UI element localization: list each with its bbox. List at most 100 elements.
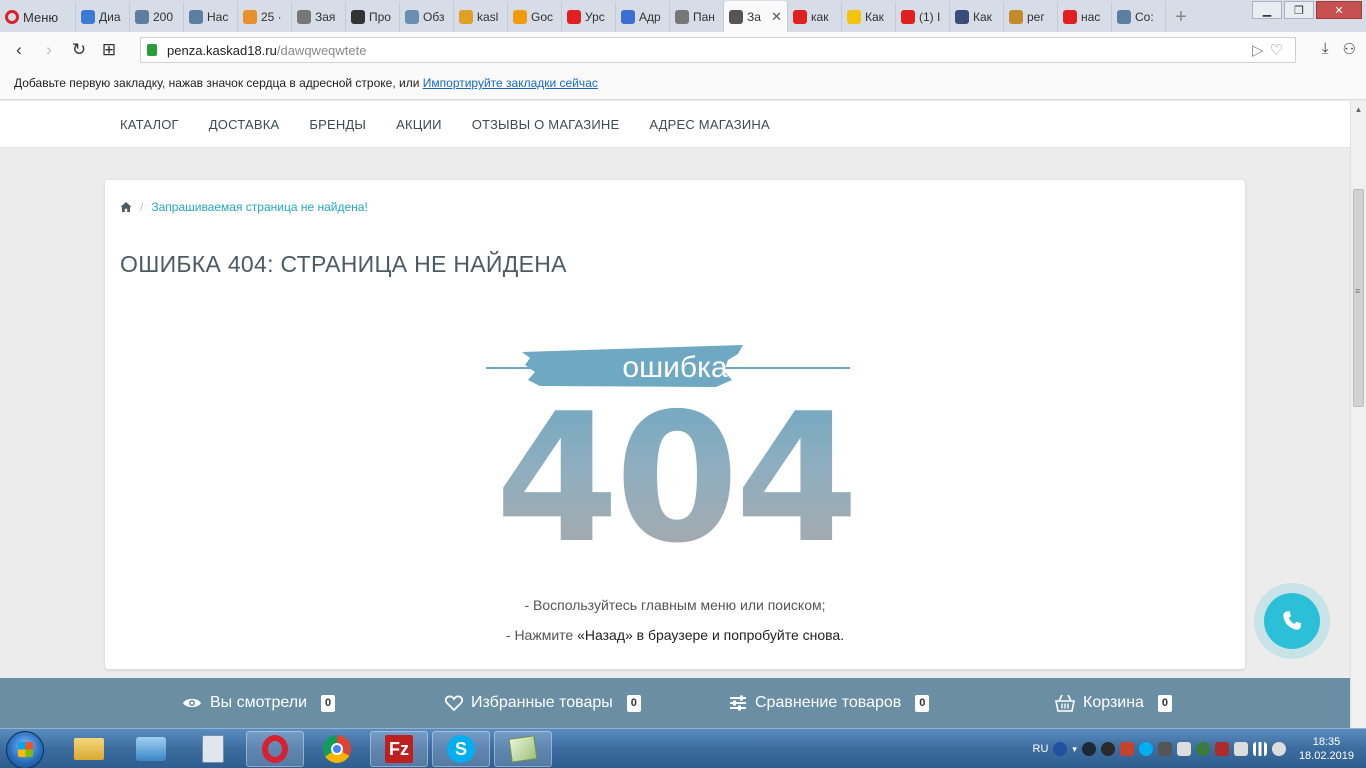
browser-tab[interactable]: Про [346,2,400,32]
browser-tab[interactable]: kasl [454,2,508,32]
page-scrollbar[interactable]: ▲ [1350,101,1366,728]
bottom-action-bar: Вы смотрели 0 Избранные товары 0 Сравнен… [0,678,1350,728]
scroll-up-arrow[interactable]: ▲ [1351,101,1366,117]
browser-tab[interactable]: Диа [76,2,130,32]
cart-count: 0 [1157,694,1172,712]
map-icon [621,10,635,24]
viewed-count: 0 [321,694,336,712]
browser-tab[interactable]: Goc [508,2,562,32]
close-window-button[interactable]: ✕ [1316,1,1362,19]
reload-button[interactable]: ↻ [64,40,94,60]
nav-brands[interactable]: БРЕНДЫ [309,117,366,132]
info-icon[interactable] [1100,742,1115,756]
browser-tab[interactable]: Зая [292,2,346,32]
browser-tab-label: Диа [99,10,121,24]
nav-catalog[interactable]: КАТАЛОГ [120,117,179,132]
browser-tab[interactable]: За ✕ [724,1,788,32]
app-tray-icon[interactable] [1119,742,1134,756]
nav-promotions[interactable]: АКЦИИ [396,117,442,132]
cart-button[interactable]: Корзина 0 [1055,694,1172,712]
browser-tab[interactable]: Как [842,2,896,32]
browser-tab[interactable]: Урс [562,2,616,32]
compare-button[interactable]: Сравнение товаров 0 [729,694,930,712]
browser-tab[interactable]: как [788,2,842,32]
favorites-button[interactable]: Избранные товары 0 [445,694,641,712]
forward-button[interactable]: › [34,40,64,60]
device-icon[interactable] [1233,742,1248,756]
hint-use-menu: - Воспользуйтесь главным меню или поиско… [524,597,826,613]
help-icon[interactable] [1053,742,1068,756]
browser-tab-strip: Меню Диа 200 Нас 25 · Зая Про Обз kasl Goc Урс Адр… [0,0,1366,32]
maximize-button[interactable]: ❐ [1284,1,1314,19]
url-host: penza.kaskad18.ru [167,42,277,58]
volume-icon[interactable] [1176,742,1191,756]
breadcrumb-separator: / [140,200,144,214]
language-indicator[interactable]: RU [1033,743,1049,755]
download-icon[interactable]: ⤓ [1322,40,1329,58]
browser-tab[interactable]: (1) I [896,2,950,32]
tabs-container: Диа 200 Нас 25 · Зая Про Обз kasl Goc Урс Адр Пан За… [76,1,1166,32]
send-and-heart-icons[interactable]: ▷♡ [1252,41,1289,59]
explorer-app[interactable] [60,731,118,767]
opera-app[interactable] [246,731,304,767]
home-icon[interactable] [120,201,132,213]
new-tab-button[interactable]: + [1166,2,1196,32]
call-button[interactable] [1264,593,1320,649]
filezilla-app[interactable]: Fz [370,731,428,767]
skype-tray-icon[interactable] [1138,742,1153,756]
globe-icon [135,10,149,24]
browser-tab-label: 25 · [261,10,282,24]
browser-tab-label: Обз [423,10,445,24]
browser-tab[interactable]: нас [1058,2,1112,32]
clock[interactable]: 18:35 18.02.2019 [1299,735,1354,763]
flag-icon[interactable] [1214,742,1229,756]
favorites-label: Избранные товары [471,694,613,711]
document-icon [729,9,743,24]
browser-tab[interactable]: Как [950,2,1004,32]
browser-tab[interactable]: Адр [616,2,670,32]
browser-tab[interactable]: рег [1004,2,1058,32]
signal-icon[interactable] [1252,742,1267,756]
nav-reviews[interactable]: ОТЗЫВЫ О МАГАЗИНЕ [472,117,620,132]
browser-tab-label: kasl [477,10,499,24]
document-icon [675,10,689,24]
chrome-app[interactable] [308,731,366,767]
browser-tab[interactable]: 200 [130,2,184,32]
opera-menu-button[interactable]: Меню [0,2,76,32]
nav-store-address[interactable]: АДРЕС МАГАЗИНА [649,117,770,132]
browser-tab[interactable]: Нас [184,2,238,32]
scrollbar-thumb[interactable] [1353,189,1364,407]
nav-delivery[interactable]: ДОСТАВКА [209,117,280,132]
control-panel-app[interactable] [122,731,180,767]
browser-tab[interactable]: Обз [400,2,454,32]
viewed-products-button[interactable]: Вы смотрели 0 [182,694,336,712]
account-icon[interactable]: ⚇ [1343,40,1356,58]
minimize-button[interactable]: ▁ [1252,1,1282,19]
steam-icon[interactable] [1081,742,1096,756]
address-bar: ‹ › ↻ ⊞ penza.kaskad18.ru /dawqweqwtete … [0,32,1366,68]
speaker-icon[interactable] [1271,742,1286,756]
browser-tab[interactable]: Пан [670,2,724,32]
network-sync-icon[interactable] [1195,742,1210,756]
globe-icon [1117,10,1131,24]
calculator-app[interactable] [184,731,242,767]
windows-taskbar: Fz S RU ▾ 18:35 18.02.2019 [0,728,1366,768]
browser-tab[interactable]: Со: [1112,2,1166,32]
browser-tab[interactable]: 25 · [238,2,292,32]
notes-app[interactable] [494,731,552,767]
url-field[interactable]: penza.kaskad18.ru /dawqweqwtete ▷♡ [140,37,1296,63]
start-button[interactable] [6,731,44,768]
back-button[interactable]: ‹ [4,40,34,60]
secure-lock-icon [147,44,157,56]
close-tab-icon[interactable]: ✕ [771,9,782,25]
tray-expand-icon[interactable]: ▾ [1072,744,1077,755]
import-bookmarks-link[interactable]: Импортируйте закладки сейчас [423,76,598,90]
keyboard-icon[interactable] [1157,742,1172,756]
error-number: 404 [480,390,870,568]
skype-app[interactable]: S [432,731,490,767]
notes-icon [508,735,538,763]
folder-icon [74,738,104,760]
basket-icon [1055,694,1075,712]
sliders-icon [730,695,746,711]
speed-dial-button[interactable]: ⊞ [94,40,124,60]
